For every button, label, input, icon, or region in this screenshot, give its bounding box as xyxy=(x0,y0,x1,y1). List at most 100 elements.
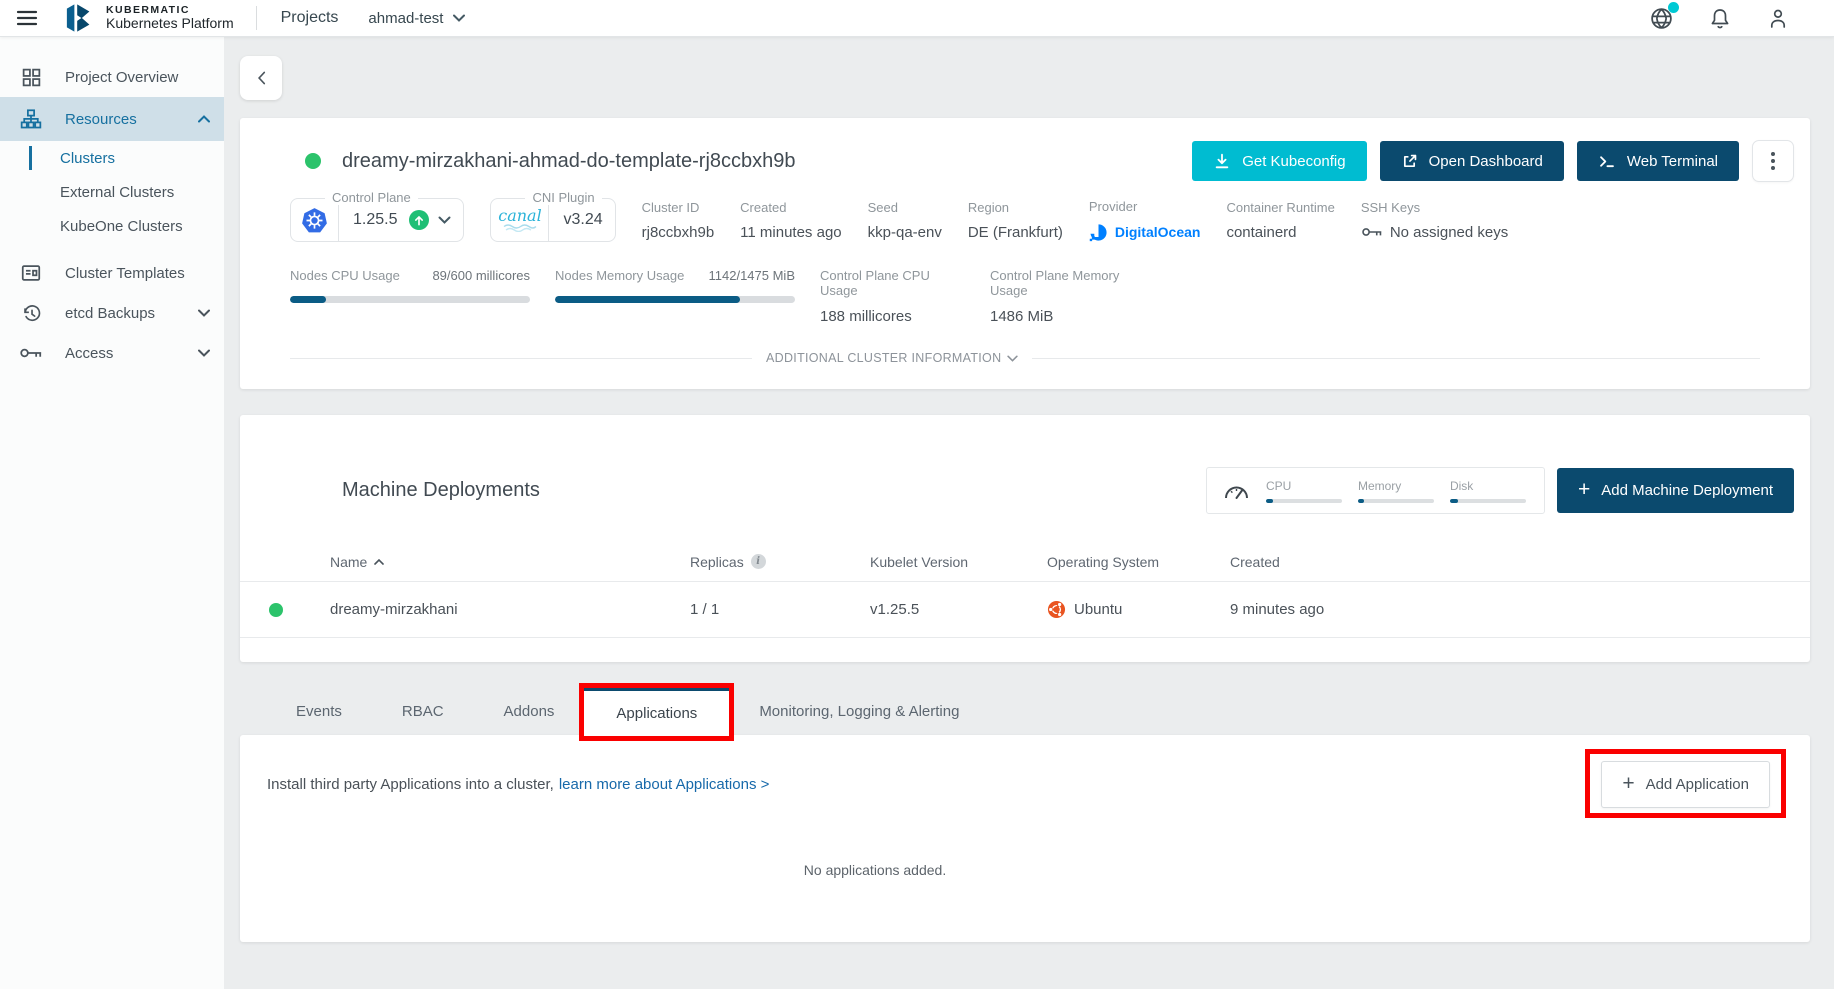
button-label: Get Kubeconfig xyxy=(1242,153,1345,170)
cluster-name: dreamy-mirzakhani-ahmad-do-template-rj8c… xyxy=(342,150,796,173)
md-replicas: 1 / 1 xyxy=(690,601,870,618)
web-terminal-button[interactable]: Web Terminal xyxy=(1577,141,1739,181)
project-selector[interactable]: ahmad-test xyxy=(368,10,465,27)
sidebar-label: KubeOne Clusters xyxy=(60,218,183,235)
chevron-up-icon xyxy=(198,115,210,123)
sidebar: Project Overview Resources Clusters Exte… xyxy=(0,37,224,989)
topbar-actions xyxy=(1649,6,1818,31)
topbar: KUBERMATIC Kubernetes Platform Projects … xyxy=(0,0,1834,37)
brand-text: KUBERMATIC Kubernetes Platform xyxy=(106,5,234,32)
legend-memory: Memory xyxy=(1358,479,1434,503)
chevron-down-icon xyxy=(1007,355,1018,362)
cluster-tabs: Events RBAC Addons Applications Monitori… xyxy=(266,688,1810,735)
digitalocean-icon xyxy=(1089,223,1108,242)
external-link-icon xyxy=(1401,153,1418,170)
open-dashboard-button[interactable]: Open Dashboard xyxy=(1380,141,1564,181)
control-plane-version-box[interactable]: Control Plane 1.25.5 xyxy=(290,198,464,242)
sidebar-label: Cluster Templates xyxy=(65,265,185,282)
plus-icon: + xyxy=(1578,479,1590,500)
tab-addons[interactable]: Addons xyxy=(474,688,585,735)
nodes-memory-usage: Nodes Memory Usage 1142/1475 MiB xyxy=(555,268,795,325)
sidebar-item-external-clusters[interactable]: External Clusters xyxy=(0,175,224,209)
hamburger-icon xyxy=(16,7,38,29)
sidebar-item-access[interactable]: Access xyxy=(0,333,224,373)
tab-rbac[interactable]: RBAC xyxy=(372,688,474,735)
sidebar-item-resources[interactable]: Resources xyxy=(0,97,224,141)
column-header-name[interactable]: Name xyxy=(330,554,690,570)
machine-deployments-table-header: Name Replicas i Kubelet Version Operatin… xyxy=(240,542,1810,582)
cluster-actions-menu-button[interactable] xyxy=(1752,140,1794,182)
sidebar-label: Project Overview xyxy=(65,69,178,86)
topbar-divider xyxy=(256,6,257,30)
cluster-overview-card: dreamy-mirzakhani-ahmad-do-template-rj8c… xyxy=(240,118,1810,389)
md-operating-system: Ubuntu xyxy=(1047,600,1230,619)
tab-events[interactable]: Events xyxy=(266,688,372,735)
kubermatic-logo xyxy=(64,3,96,33)
legend-disk: Disk xyxy=(1450,479,1526,503)
tab-monitoring-logging-alerting[interactable]: Monitoring, Logging & Alerting xyxy=(729,688,989,735)
divider xyxy=(1032,358,1760,359)
bell-icon xyxy=(1708,6,1732,31)
sidebar-item-project-overview[interactable]: Project Overview xyxy=(0,57,224,97)
learn-more-applications-link[interactable]: learn more about Applications > xyxy=(559,776,770,793)
add-application-button[interactable]: + Add Application xyxy=(1601,761,1770,808)
control-plane-version: 1.25.5 xyxy=(339,211,409,229)
meta-container-runtime: Container Runtime containerd xyxy=(1226,200,1334,241)
get-kubeconfig-button[interactable]: Get Kubeconfig xyxy=(1192,141,1366,181)
control-plane-memory-usage: Control Plane Memory Usage 1486 MiB xyxy=(990,268,1135,325)
cluster-health-dot xyxy=(305,153,321,169)
main-content: dreamy-mirzakhani-ahmad-do-template-rj8c… xyxy=(224,37,1834,989)
cni-plugin-label: CNI Plugin xyxy=(525,190,601,205)
divider xyxy=(290,358,752,359)
plus-icon: + xyxy=(1622,773,1634,794)
resource-usage-legend: CPU Memory Disk xyxy=(1206,467,1545,514)
notifications-button[interactable] xyxy=(1708,6,1732,31)
sidebar-label: Access xyxy=(65,345,113,362)
user-menu-button[interactable] xyxy=(1766,6,1790,31)
announcements-button[interactable] xyxy=(1649,6,1674,31)
info-icon[interactable]: i xyxy=(751,554,766,569)
sort-ascending-icon xyxy=(374,559,384,565)
cni-plugin-box: CNI Plugin canal v3.24 xyxy=(490,198,615,242)
chevron-down-icon xyxy=(453,14,465,22)
button-label: Web Terminal xyxy=(1627,153,1718,170)
key-icon xyxy=(19,346,43,360)
cni-version: v3.24 xyxy=(549,211,614,229)
sidebar-item-etcd-backups[interactable]: etcd Backups xyxy=(0,293,224,333)
notification-badge xyxy=(1668,2,1679,13)
additional-cluster-information-toggle[interactable]: ADDITIONAL CLUSTER INFORMATION xyxy=(290,351,1760,365)
button-label: Add Machine Deployment xyxy=(1601,482,1773,499)
control-plane-label: Control Plane xyxy=(325,190,418,205)
chevron-down-icon xyxy=(198,309,210,317)
sidebar-label: etcd Backups xyxy=(65,305,155,322)
tab-applications[interactable]: Applications xyxy=(584,688,729,735)
upgrade-available-icon[interactable] xyxy=(409,210,429,230)
sidebar-item-cluster-templates[interactable]: Cluster Templates xyxy=(0,253,224,293)
ubuntu-icon xyxy=(1047,600,1066,619)
meta-provider: Provider DigitalOcean xyxy=(1089,199,1201,242)
sidebar-item-kubeone-clusters[interactable]: KubeOne Clusters xyxy=(0,209,224,243)
md-kubelet-version: v1.25.5 xyxy=(870,601,1047,618)
canal-logo: canal xyxy=(491,199,549,241)
chevron-down-icon xyxy=(198,349,210,357)
column-header-replicas: Replicas i xyxy=(690,554,870,570)
provider-name: DigitalOcean xyxy=(1115,224,1201,240)
chevron-left-icon xyxy=(256,70,267,86)
hamburger-menu-button[interactable] xyxy=(16,7,38,29)
gauge-icon xyxy=(1223,481,1250,500)
terminal-icon xyxy=(1598,153,1616,170)
projects-nav-link[interactable]: Projects xyxy=(281,9,339,27)
back-button[interactable] xyxy=(240,56,282,100)
kubernetes-icon xyxy=(291,199,339,241)
sidebar-item-clusters[interactable]: Clusters xyxy=(0,141,224,175)
key-icon xyxy=(1361,226,1383,238)
meta-created: Created 11 minutes ago xyxy=(740,200,841,241)
machine-deployment-row[interactable]: dreamy-mirzakhani 1 / 1 v1.25.5 Ubuntu 9… xyxy=(240,582,1810,638)
chevron-down-icon[interactable] xyxy=(438,216,451,224)
download-icon xyxy=(1213,152,1231,170)
add-machine-deployment-button[interactable]: + Add Machine Deployment xyxy=(1557,468,1794,513)
backup-restore-icon xyxy=(19,303,43,324)
button-label: Open Dashboard xyxy=(1429,153,1543,170)
md-name: dreamy-mirzakhani xyxy=(330,601,690,618)
column-header-operating-system: Operating System xyxy=(1047,554,1230,570)
